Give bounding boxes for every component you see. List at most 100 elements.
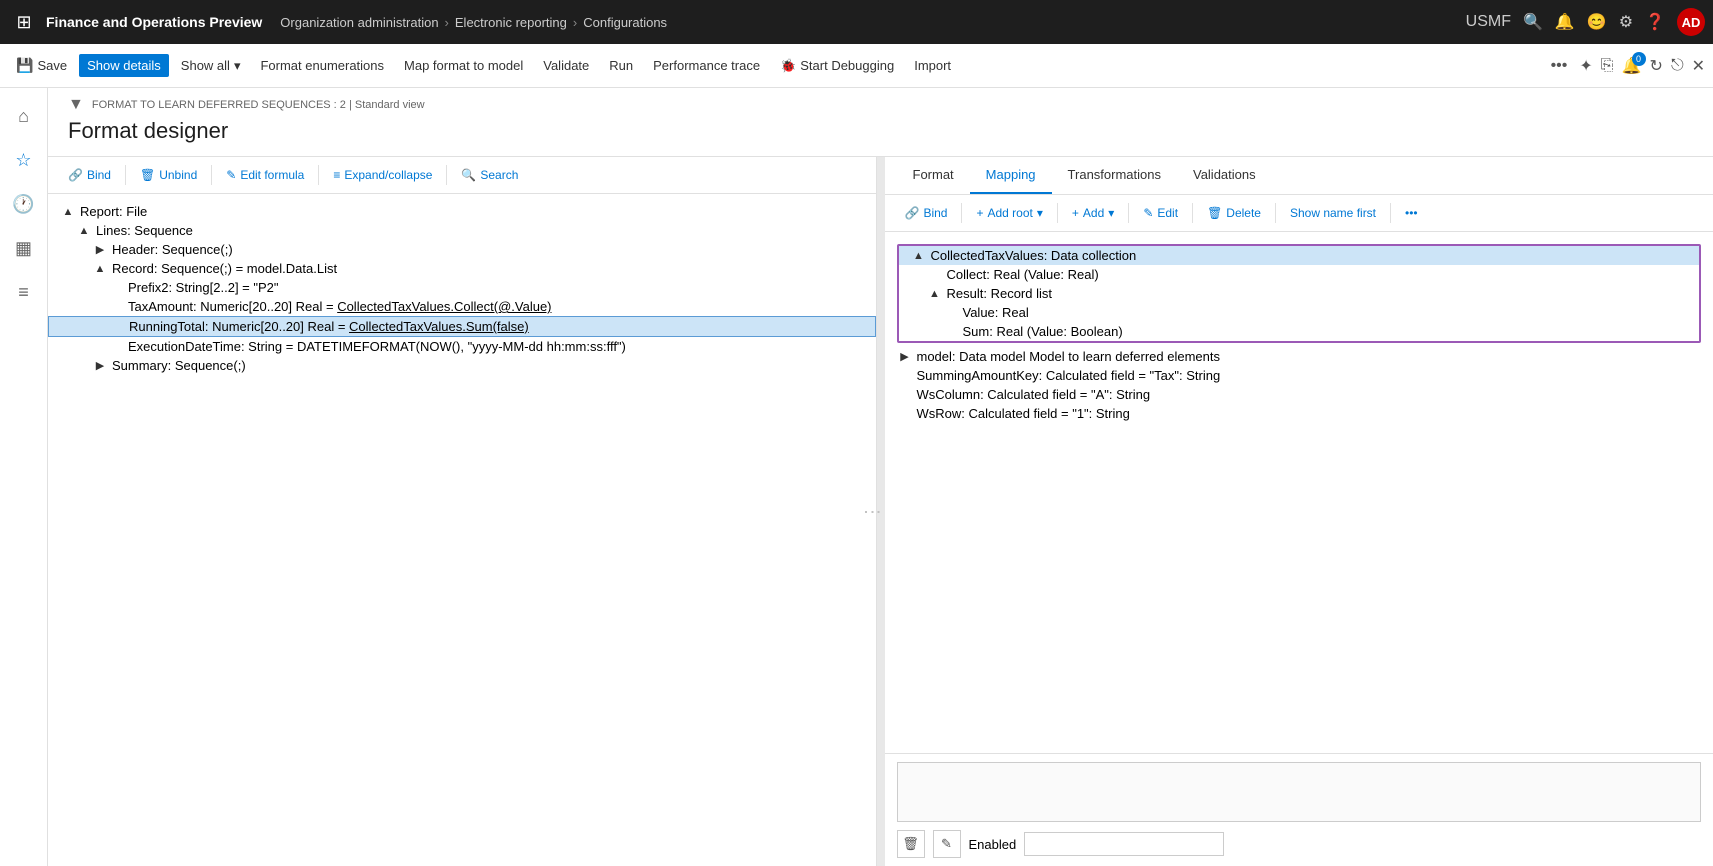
help-icon[interactable]: ❓	[1645, 12, 1665, 32]
map-item[interactable]: ▲ Result: Record list	[899, 284, 1700, 303]
expand-icon: ▲	[911, 250, 927, 262]
sep	[961, 203, 962, 223]
chevron-down-icon: ▾	[1108, 206, 1114, 220]
save-button[interactable]: 💾 Save	[8, 53, 75, 78]
user-avatar[interactable]: AD	[1677, 8, 1705, 36]
format-enumerations-button[interactable]: Format enumerations	[252, 54, 392, 77]
mapping-tabs: Format Mapping Transformations Validatio…	[885, 157, 1713, 195]
show-all-dropdown[interactable]: Show all ▾	[173, 54, 249, 78]
nav-recent[interactable]: 🕐	[4, 184, 44, 224]
page-breadcrumb: ▼ FORMAT TO LEARN DEFERRED SEQUENCES : 2…	[68, 96, 1693, 114]
show-name-first-button[interactable]: Show name first	[1282, 203, 1384, 223]
map-item[interactable]: Value: Real	[899, 303, 1700, 322]
add-button[interactable]: + Add ▾	[1064, 203, 1122, 223]
run-button[interactable]: Run	[601, 54, 641, 77]
tree-item[interactable]: Prefix2: String[2..2] = "P2"	[48, 278, 876, 297]
nav-favorites[interactable]: ☆	[4, 140, 44, 180]
nav-home[interactable]: ⌂	[4, 96, 44, 136]
map-format-to-model-button[interactable]: Map format to model	[396, 54, 531, 77]
tree-item[interactable]: ▲ Report: File	[48, 202, 876, 221]
tree-item-selected[interactable]: RunningTotal: Numeric[20..20] Real = Col…	[48, 316, 876, 337]
enabled-label: Enabled	[969, 837, 1017, 852]
tab-mapping[interactable]: Mapping	[970, 157, 1052, 194]
map-item[interactable]: WsRow: Calculated field = "1": String	[885, 404, 1713, 423]
delete-button[interactable]: 🗑 Delete	[1199, 203, 1269, 223]
add-root-button[interactable]: + Add root ▾	[968, 203, 1050, 223]
trash-icon: 🗑	[140, 168, 155, 182]
bell-icon[interactable]: 🔔	[1555, 12, 1575, 32]
left-nav: ⌂ ☆ 🕐 ▦ ≡	[0, 88, 48, 866]
delete-enabled-button[interactable]: 🗑	[897, 830, 925, 858]
nav-workspaces[interactable]: ▦	[4, 228, 44, 268]
tree-item[interactable]: ▲ Record: Sequence(;) = model.Data.List	[48, 259, 876, 278]
smiley-icon[interactable]: 😊	[1587, 12, 1607, 32]
enabled-input[interactable]	[1024, 832, 1224, 856]
enabled-row: 🗑 ✎ Enabled	[897, 830, 1702, 858]
app-layout: ⌂ ☆ 🕐 ▦ ≡ ▼ FORMAT TO LEARN DEFERRED SEQ…	[0, 88, 1713, 866]
unbind-button[interactable]: 🗑 Unbind	[132, 165, 205, 185]
top-bar: ⊞ Finance and Operations Preview Organiz…	[0, 0, 1713, 44]
mapping-tree: ▲ CollectedTaxValues: Data collection Co…	[885, 232, 1713, 753]
expand-icon: ▶	[92, 243, 108, 256]
breadcrumb-er[interactable]: Electronic reporting	[455, 15, 567, 30]
plus-icon: +	[976, 206, 983, 220]
tool2-icon[interactable]: ⎘	[1601, 57, 1614, 75]
map-item[interactable]: Sum: Real (Value: Boolean)	[899, 322, 1700, 341]
map-item[interactable]: ▲ CollectedTaxValues: Data collection	[899, 246, 1700, 265]
tree-item[interactable]: TaxAmount: Numeric[20..20] Real = Collec…	[48, 297, 876, 316]
edit-enabled-button[interactable]: ✎	[933, 830, 961, 858]
main-toolbar: 💾 Save Show details Show all ▾ Format en…	[0, 44, 1713, 88]
validate-button[interactable]: Validate	[535, 54, 597, 77]
expand-icon: ▲	[92, 263, 108, 275]
close-icon[interactable]: ✕	[1692, 56, 1705, 76]
more-button[interactable]: •••	[1397, 203, 1426, 223]
expand-icon: ▲	[927, 288, 943, 300]
sep3	[1128, 203, 1129, 223]
map-bind-button[interactable]: 🔗 Bind	[897, 203, 956, 223]
usmf-label: USMF	[1466, 13, 1511, 31]
edit-formula-button[interactable]: ✎ Edit formula	[218, 165, 312, 185]
map-item[interactable]: ▶ model: Data model Model to learn defer…	[885, 347, 1713, 366]
formula-textarea[interactable]	[897, 762, 1702, 822]
grid-menu-icon[interactable]: ⊞	[8, 6, 40, 38]
main-content: ▼ FORMAT TO LEARN DEFERRED SEQUENCES : 2…	[48, 88, 1713, 866]
filter-icon[interactable]: ▼	[68, 96, 84, 114]
format-tree: ▲ Report: File ▲ Lines: Sequence ▶ Heade…	[48, 194, 876, 866]
edit-button[interactable]: ✎ Edit	[1135, 203, 1186, 223]
show-all-button[interactable]: Show all ▾	[173, 54, 249, 78]
tree-item[interactable]: ▲ Lines: Sequence	[48, 221, 876, 240]
import-button[interactable]: Import	[906, 54, 959, 77]
more-icon[interactable]: •••	[1551, 57, 1568, 75]
start-debugging-button[interactable]: 🐞 Start Debugging	[772, 54, 902, 78]
tree-item[interactable]: ExecutionDateTime: String = DATETIMEFORM…	[48, 337, 876, 356]
refresh-icon[interactable]: ↻	[1650, 56, 1663, 76]
badge-icon[interactable]: 🔔0	[1622, 56, 1642, 76]
gear-icon[interactable]: ⚙	[1619, 12, 1633, 32]
map-item[interactable]: Collect: Real (Value: Real)	[899, 265, 1700, 284]
link-icon: 🔗	[68, 168, 83, 182]
nav-modules[interactable]: ≡	[4, 272, 44, 312]
open-new-icon[interactable]: ⎋	[1671, 57, 1684, 75]
breadcrumb-org[interactable]: Organization administration	[280, 15, 438, 30]
map-item[interactable]: SummingAmountKey: Calculated field = "Ta…	[885, 366, 1713, 385]
expand-icon: ▶	[897, 350, 913, 363]
pencil-icon: ✎	[226, 168, 236, 182]
tool1-icon[interactable]: ✦	[1579, 56, 1592, 76]
breadcrumb-config[interactable]: Configurations	[583, 15, 667, 30]
map-item[interactable]: WsColumn: Calculated field = "A": String	[885, 385, 1713, 404]
bind-button[interactable]: 🔗 Bind	[60, 165, 119, 185]
panel-divider[interactable]: ⋮	[877, 157, 885, 866]
expand-icon: ≡	[333, 168, 340, 182]
top-bar-icons: USMF 🔍 🔔 😊 ⚙ ❓ AD	[1466, 8, 1705, 36]
tab-transformations[interactable]: Transformations	[1052, 157, 1177, 194]
tab-validations[interactable]: Validations	[1177, 157, 1272, 194]
tree-item[interactable]: ▶ Header: Sequence(;)	[48, 240, 876, 259]
search-button[interactable]: 🔍 Search	[453, 165, 526, 185]
performance-trace-button[interactable]: Performance trace	[645, 54, 768, 77]
show-details-button[interactable]: Show details	[79, 54, 169, 77]
search-icon[interactable]: 🔍	[1523, 12, 1543, 32]
tab-format[interactable]: Format	[897, 157, 970, 194]
expand-collapse-button[interactable]: ≡ Expand/collapse	[325, 165, 440, 185]
sep2: ›	[573, 15, 577, 30]
tree-item[interactable]: ▶ Summary: Sequence(;)	[48, 356, 876, 375]
